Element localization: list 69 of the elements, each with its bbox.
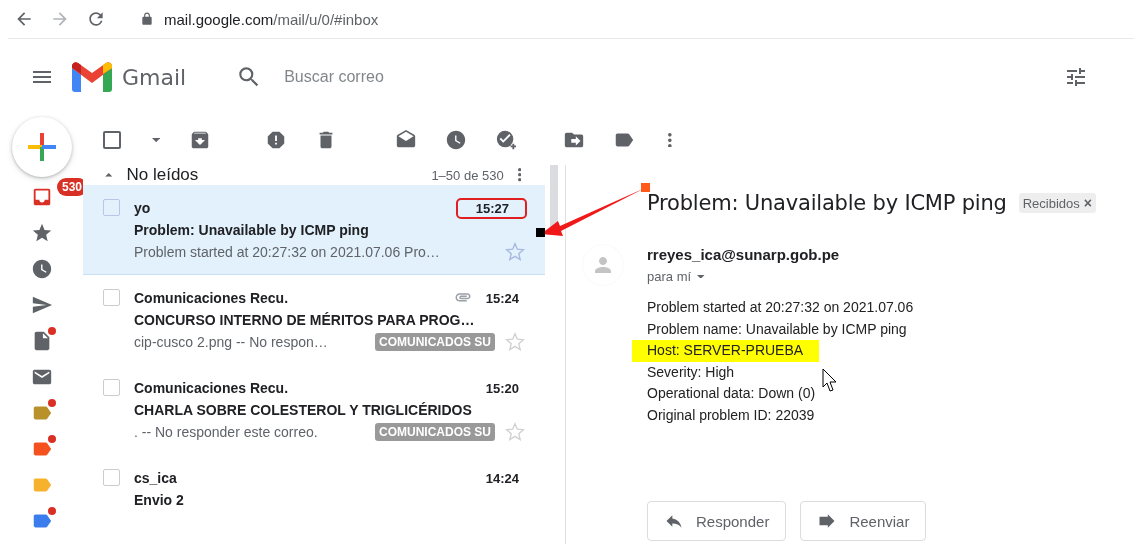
body-line: Original problem ID: 22039 — [647, 405, 815, 425]
email-snippet: Problem started at 20:27:32 on 2021.07.06 Pro… — [134, 244, 440, 260]
recipient-details-button[interactable]: para mí — [647, 269, 705, 284]
star-icon[interactable] — [505, 242, 525, 262]
sender-name: Comunicaciones Recu. — [134, 380, 289, 396]
sliders-icon — [1064, 65, 1088, 89]
caret-icon — [151, 137, 161, 143]
email-row[interactable]: Comunicaciones Recu. 15:24 CONCURSO INTERNO DE MÉRITOS PARA PROG… cip-cusco 2.png -- No respon… COMUNICADOS SU — [83, 275, 545, 365]
mouse-cursor-icon — [822, 368, 837, 392]
email-subject-heading: Problem: Unavailable by ICMP ping — [647, 191, 1007, 215]
body-line: Problem name: Unavailable by ICMP ping — [647, 319, 907, 339]
lock-icon — [140, 12, 154, 26]
reply-button[interactable]: Responder — [647, 501, 787, 541]
page-range: 1–50 de 530 — [431, 167, 504, 183]
archive-icon — [189, 129, 211, 151]
section-title: No leídos — [126, 165, 199, 185]
email-snippet: . -- No responder este correo. — [134, 424, 318, 440]
more-icon — [668, 132, 672, 148]
unread-count-badge: 530 — [57, 178, 83, 196]
address-bar-url[interactable]: mail.google.com/mail/u/0/#inbox — [164, 10, 379, 28]
email-subject: CONCURSO INTERNO DE MÉRITOS PARA PROG… — [134, 312, 475, 328]
caret-up-icon — [105, 173, 113, 177]
forward-button[interactable]: Reenviar — [800, 501, 927, 541]
add-task-icon — [495, 129, 517, 151]
more-button[interactable] — [517, 168, 521, 182]
sender-name: cs_ica — [134, 470, 177, 486]
clock-icon — [31, 258, 53, 280]
body-line: Problem started at 20:27:32 on 2021.07.06 — [647, 298, 914, 317]
email-row[interactable]: Comunicaciones Recu. 15:20 CHARLA SOBRE COLESTEROL Y TRIGLICÉRIDOS . -- No responder este correo. COMUNICADOS SU — [83, 365, 545, 455]
star-icon[interactable] — [505, 422, 525, 442]
email-subject: Envio 2 — [134, 492, 184, 508]
body-line: Severity: High — [647, 362, 735, 382]
app-name: Gmail — [122, 64, 187, 90]
clock-icon — [445, 129, 467, 151]
plus-icon — [27, 132, 57, 162]
row-checkbox[interactable] — [103, 379, 120, 396]
search-options-button[interactable] — [1064, 65, 1088, 89]
email-snippet: cip-cusco 2.png -- No respon… — [134, 334, 328, 350]
compose-button[interactable] — [12, 117, 72, 177]
search-field[interactable]: Buscar correo — [236, 54, 837, 100]
caret-icon — [697, 274, 705, 279]
label-tag: COMUNICADOS SU — [375, 423, 495, 441]
send-icon — [31, 294, 53, 316]
star-icon — [31, 222, 53, 244]
more-icon — [517, 168, 521, 182]
label-chip: Recibidos × — [1018, 193, 1096, 213]
star-icon[interactable] — [505, 332, 525, 352]
email-time: 15:24 — [484, 289, 520, 308]
email-row[interactable]: yo 15:27 Problem: Unavailable by ICMP ping Problem started at 20:27:32 on 2021.07.06 Pro… — [83, 185, 545, 275]
reload-icon — [86, 9, 106, 29]
email-time: 15:27 — [455, 197, 527, 219]
email-time: 15:20 — [484, 379, 520, 398]
body-line: Operational data: Down (0) — [647, 384, 816, 403]
email-row[interactable]: cs_ica 14:24 Envio 2 — [83, 455, 545, 544]
scrollbar-thumb[interactable] — [550, 165, 558, 230]
remove-label-button[interactable]: × — [1083, 195, 1092, 211]
sender-address: rreyes_ica@sunarp.gob.pe — [647, 245, 840, 265]
email-subject: Problem: Unavailable by ICMP ping — [134, 222, 369, 238]
inbox-icon — [31, 186, 53, 208]
row-checkbox[interactable] — [103, 289, 120, 306]
email-time: 14:24 — [484, 469, 520, 488]
report-spam-icon — [265, 129, 287, 151]
row-checkbox[interactable] — [103, 469, 120, 486]
row-checkbox[interactable] — [103, 199, 120, 216]
logo-icon — [72, 62, 112, 92]
sender-name: Comunicaciones Recu. — [134, 290, 289, 306]
label-tag: COMUNICADOS SU — [375, 333, 495, 351]
sender-name: yo — [134, 200, 151, 216]
email-subject: CHARLA SOBRE COLESTEROL Y TRIGLICÉRIDOS — [134, 402, 472, 418]
